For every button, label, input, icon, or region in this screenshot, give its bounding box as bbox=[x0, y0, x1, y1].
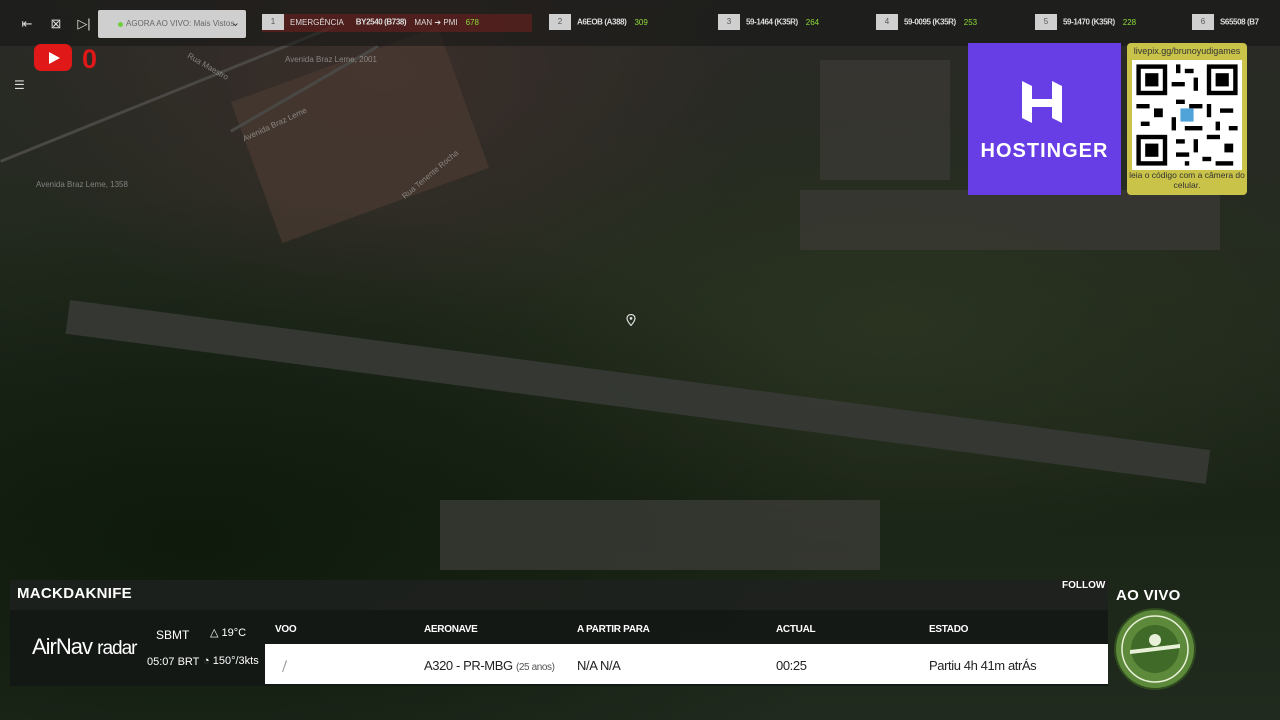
status-cell: Partiu 4h 41m atrÁs bbox=[929, 658, 1037, 673]
flight-panel-header: MACKDAKNIFE bbox=[10, 580, 1108, 610]
wind-value: 150°/3kts bbox=[212, 655, 259, 667]
ticker-count: 264 bbox=[805, 17, 820, 27]
ticker-rank: 4 bbox=[876, 14, 898, 30]
live-select[interactable]: AGORA AO VIVO: Mais Vistos ⌄ bbox=[98, 10, 246, 38]
ticker-item[interactable]: 5 59-1470 (K35R) 228 bbox=[1035, 14, 1136, 32]
live-select-label: AGORA AO VIVO: Mais Vistos bbox=[126, 19, 235, 28]
aircraft-age: (25 anos) bbox=[515, 662, 555, 673]
next-icon[interactable]: ▷| bbox=[74, 14, 94, 34]
flight-panel: AirNav radar SBMT 05:07 BRT △ 19°C ◔ 150… bbox=[10, 610, 1108, 686]
map-label: Avenida Braz Leme, 1358 bbox=[36, 180, 128, 189]
runway bbox=[65, 300, 1211, 484]
col-header-actual: ACTUAL bbox=[776, 624, 816, 635]
location-pin-icon[interactable] bbox=[626, 314, 636, 326]
chevron-down-icon: ⌄ bbox=[230, 17, 240, 29]
ticker-flight: 59-1464 (K35R) bbox=[746, 17, 798, 27]
channel-badge-icon bbox=[1114, 608, 1196, 690]
sponsor-name: HOSTINGER bbox=[980, 140, 1109, 162]
ticker-item[interactable]: 2 A6EOB (A388) 309 bbox=[549, 14, 648, 32]
ticker-route: MAN ➔ PMI bbox=[414, 17, 458, 27]
destination-cell: N/A N/A bbox=[577, 658, 621, 673]
aircraft-reg: A320 - PR-MBG bbox=[424, 658, 513, 673]
collapse-icon[interactable]: ⇤ bbox=[17, 14, 37, 34]
youtube-count: 0 bbox=[82, 44, 98, 74]
wind: ◔ 150°/3kts bbox=[203, 655, 259, 667]
map-label: Avenida Braz Leme, 2001 bbox=[285, 55, 377, 64]
youtube-icon[interactable] bbox=[34, 44, 72, 71]
qr-code-icon bbox=[1132, 60, 1242, 170]
map-block bbox=[440, 500, 880, 570]
map-block bbox=[820, 60, 950, 180]
droplet-icon: △ bbox=[210, 627, 219, 639]
expand-icon[interactable]: ⊠ bbox=[46, 14, 66, 34]
ticker-flight: 59-1470 (K35R) bbox=[1063, 17, 1115, 27]
local-time: 05:07 BRT bbox=[147, 656, 200, 668]
aircraft-cell: A320 - PR-MBG (25 anos) bbox=[424, 658, 555, 673]
actual-time-cell: 00:25 bbox=[776, 658, 807, 673]
temperature: △ 19°C bbox=[210, 626, 246, 639]
brand-name: AirNav bbox=[32, 634, 93, 659]
ticker-flight: S65508 (B7 bbox=[1220, 17, 1259, 27]
hostinger-sponsor[interactable]: HOSTINGER bbox=[968, 43, 1121, 195]
live-dot-icon bbox=[118, 22, 123, 27]
ticker-count: 678 bbox=[465, 17, 479, 27]
qr-caption: leia o código com a câmera do celular. bbox=[1129, 170, 1245, 190]
wind-icon: ◔ bbox=[203, 655, 210, 667]
ticker-rank: 3 bbox=[718, 14, 740, 30]
ticker-rank: 2 bbox=[549, 14, 571, 30]
ticker-item[interactable]: 6 S65508 (B7 bbox=[1192, 14, 1280, 32]
ticker-flight: A6EOB (A388) bbox=[577, 17, 627, 27]
list-icon[interactable]: ☰ bbox=[14, 78, 30, 94]
donation-url: livepix.gg/brunoyudigames bbox=[1133, 46, 1241, 56]
ticker-flight: 59-0095 (K35R) bbox=[904, 17, 956, 27]
ticker-count: 253 bbox=[963, 17, 978, 27]
hostinger-logo-icon bbox=[1022, 81, 1062, 123]
ticker-flight: BY2540 (B738) bbox=[355, 17, 407, 27]
live-label: AO VIVO bbox=[1116, 587, 1181, 604]
ticker-rank: 1 bbox=[262, 14, 284, 30]
plane-icon bbox=[282, 660, 287, 672]
airport-code: SBMT bbox=[156, 628, 190, 642]
follow-button[interactable]: FOLLOW bbox=[1062, 580, 1105, 591]
ticker-count: 309 bbox=[634, 17, 648, 27]
col-header-partir: A PARTIR PARA bbox=[577, 624, 650, 635]
ticker-bar: ⇤ ⊠ ▷| AGORA AO VIVO: Mais Vistos ⌄ 1 EME… bbox=[0, 0, 1280, 46]
airnav-logo: AirNav radar bbox=[32, 634, 138, 660]
temperature-value: 19°C bbox=[221, 627, 247, 639]
col-header-aeronave: AERONAVE bbox=[424, 624, 478, 635]
ticker-count: 228 bbox=[1122, 17, 1137, 27]
ticker-item-emergency[interactable]: 1 EMERGÊNCIA BY2540 (B738) MAN ➔ PMI 678 bbox=[262, 14, 532, 32]
brand-suffix: radar bbox=[97, 638, 137, 659]
ticker-rank: 5 bbox=[1035, 14, 1057, 30]
qr-donation-box[interactable]: livepix.gg/brunoyudigames leia o código … bbox=[1127, 43, 1247, 195]
col-header-voo: VOO bbox=[275, 624, 297, 635]
col-header-estado: ESTADO bbox=[929, 624, 969, 635]
ticker-rank: 6 bbox=[1192, 14, 1214, 30]
ticker-item[interactable]: 3 59-1464 (K35R) 264 bbox=[718, 14, 819, 32]
emergency-label: EMERGÊNCIA bbox=[290, 17, 344, 27]
map-block bbox=[800, 190, 1220, 250]
ticker-item[interactable]: 4 59-0095 (K35R) 253 bbox=[876, 14, 977, 32]
username: MACKDAKNIFE bbox=[17, 585, 132, 602]
